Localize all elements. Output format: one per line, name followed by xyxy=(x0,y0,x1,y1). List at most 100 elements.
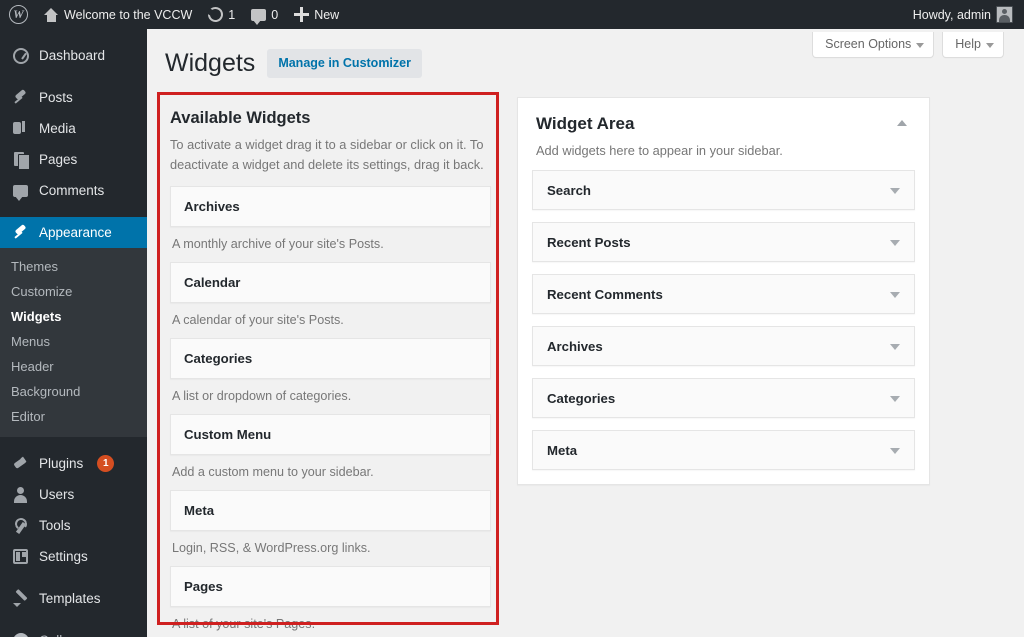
plugin-icon xyxy=(11,454,30,473)
available-widget-meta[interactable]: Meta xyxy=(170,489,491,531)
widget-description: A list of your site's Pages. xyxy=(172,616,316,631)
sidebar-item-label: Comments xyxy=(39,182,105,198)
chevron-down-icon[interactable] xyxy=(890,344,900,350)
sidebar-item-users[interactable]: Users xyxy=(0,479,147,510)
user-icon xyxy=(11,485,30,504)
widget-title: Calendar xyxy=(184,274,241,290)
available-widget-custom-menu[interactable]: Custom Menu xyxy=(170,413,491,455)
updates-menu[interactable]: 1 xyxy=(200,0,243,29)
admin-sidebar: Dashboard Posts Media Pages Comments App… xyxy=(0,29,155,637)
sidebar-item-plugins[interactable]: Plugins 1 xyxy=(0,448,147,479)
collapse-arrow-icon xyxy=(11,631,30,637)
widget-description: A calendar of your site's Posts. xyxy=(172,312,344,327)
sidebar-item-posts[interactable]: Posts xyxy=(0,82,147,113)
sidebar-item-label: Media xyxy=(39,120,76,136)
sidebar-subitem-menus[interactable]: Menus xyxy=(0,329,147,354)
widget-description: Add a custom menu to your sidebar. xyxy=(172,464,374,479)
widget-area-item-categories[interactable]: Categories xyxy=(532,378,915,418)
widget-title: Categories xyxy=(547,390,616,406)
sidebar-item-pages[interactable]: Pages xyxy=(0,144,147,175)
chevron-down-icon[interactable] xyxy=(890,396,900,402)
wordpress-logo-icon: W xyxy=(9,5,28,24)
widget-area-item-archives[interactable]: Archives xyxy=(532,326,915,366)
available-widgets-panel: Available Widgets To activate a widget d… xyxy=(158,97,503,637)
avatar xyxy=(996,6,1013,23)
sidebar-item-label: Templates xyxy=(39,590,101,606)
sidebar-item-templates[interactable]: Templates xyxy=(0,583,147,614)
available-widget-pages[interactable]: Pages xyxy=(170,565,491,607)
widget-title: Archives xyxy=(547,338,603,354)
sidebar-subitem-customize[interactable]: Customize xyxy=(0,279,147,304)
sidebar-item-label: Settings xyxy=(39,548,88,564)
widget-title: Recent Posts xyxy=(547,234,631,250)
settings-icon xyxy=(11,547,30,566)
site-name-menu[interactable]: Welcome to the VCCW xyxy=(35,0,200,29)
tools-wrench-icon xyxy=(11,516,30,535)
widget-area-item-recent-comments[interactable]: Recent Comments xyxy=(532,274,915,314)
chevron-down-icon[interactable] xyxy=(890,448,900,454)
manage-in-customizer-button[interactable]: Manage in Customizer xyxy=(267,48,422,78)
account-menu[interactable]: Howdy, admin xyxy=(905,0,1024,29)
sidebar-item-label: Appearance xyxy=(39,224,112,240)
pin-icon xyxy=(11,88,30,107)
sidebar-item-dashboard[interactable]: Dashboard xyxy=(0,40,147,71)
pages-icon xyxy=(11,150,30,170)
chevron-down-icon[interactable] xyxy=(890,292,900,298)
sidebar-subitem-themes[interactable]: Themes xyxy=(0,254,147,279)
sidebar-item-label: Tools xyxy=(39,517,71,533)
available-widget-archives[interactable]: Archives xyxy=(170,185,491,227)
chevron-down-icon[interactable] xyxy=(890,240,900,246)
sidebar-item-appearance[interactable]: Appearance xyxy=(0,217,155,248)
sidebar-subitem-widgets[interactable]: Widgets xyxy=(0,304,147,329)
available-widget-calendar[interactable]: Calendar xyxy=(170,261,491,303)
page-header: Widgets Manage in Customizer xyxy=(165,47,422,80)
available-widgets-description: To activate a widget drag it to a sideba… xyxy=(170,137,484,172)
wordpress-logo-menu[interactable]: W xyxy=(0,0,35,29)
widget-area-item-search[interactable]: Search xyxy=(532,170,915,210)
comment-bubble-icon xyxy=(251,8,267,25)
comments-count: 0 xyxy=(271,7,279,22)
main-content: Screen Options Help Widgets Manage in Cu… xyxy=(147,29,1024,637)
widget-title: Custom Menu xyxy=(184,426,272,442)
sidebar-item-tools[interactable]: Tools xyxy=(0,510,147,541)
sidebar-item-label: Posts xyxy=(39,89,73,105)
new-content-menu[interactable]: New xyxy=(286,0,347,29)
sidebar-subitem-editor[interactable]: Editor xyxy=(0,404,147,429)
widget-area-panel: Widget Area Add widgets here to appear i… xyxy=(517,97,930,485)
help-button[interactable]: Help xyxy=(942,32,1004,58)
chevron-up-icon[interactable] xyxy=(897,120,907,126)
sidebar-item-label: Dashboard xyxy=(39,47,106,63)
screen-options-button[interactable]: Screen Options xyxy=(812,32,935,58)
plugins-update-badge: 1 xyxy=(97,455,115,472)
media-icon xyxy=(11,119,30,138)
sidebar-item-settings[interactable]: Settings xyxy=(0,541,147,572)
sidebar-subitem-header[interactable]: Header xyxy=(0,354,147,379)
update-refresh-icon xyxy=(205,4,227,25)
templates-pencil-icon xyxy=(11,589,30,608)
widget-title: Recent Comments xyxy=(547,286,663,302)
howdy-label: Howdy, admin xyxy=(912,7,991,22)
sidebar-item-label: Plugins xyxy=(39,455,84,471)
available-widgets-heading: Available Widgets xyxy=(170,109,311,127)
available-widget-categories[interactable]: Categories xyxy=(170,337,491,379)
home-icon xyxy=(43,7,59,22)
widget-title: Archives xyxy=(184,198,240,214)
widget-description: A list or dropdown of categories. xyxy=(172,388,352,403)
dashboard-icon xyxy=(11,46,30,65)
appearance-submenu: Themes Customize Widgets Menus Header Ba… xyxy=(0,248,147,437)
admin-bar: W Welcome to the VCCW 1 0 New Howdy, adm… xyxy=(0,0,1024,29)
sidebar-item-media[interactable]: Media xyxy=(0,113,147,144)
widget-area-item-meta[interactable]: Meta xyxy=(532,430,915,470)
widget-area-heading: Widget Area xyxy=(536,114,635,133)
collapse-menu-button[interactable]: Collapse menu xyxy=(0,625,147,637)
widget-title: Categories xyxy=(184,350,253,366)
widget-area-item-recent-posts[interactable]: Recent Posts xyxy=(532,222,915,262)
widget-description: Login, RSS, & WordPress.org links. xyxy=(172,540,371,555)
sidebar-subitem-background[interactable]: Background xyxy=(0,379,147,404)
appearance-brush-icon xyxy=(11,223,30,242)
plus-icon xyxy=(294,7,310,22)
site-name-label: Welcome to the VCCW xyxy=(64,7,193,22)
comments-menu[interactable]: 0 xyxy=(243,0,286,29)
sidebar-item-comments[interactable]: Comments xyxy=(0,175,147,206)
chevron-down-icon[interactable] xyxy=(890,188,900,194)
